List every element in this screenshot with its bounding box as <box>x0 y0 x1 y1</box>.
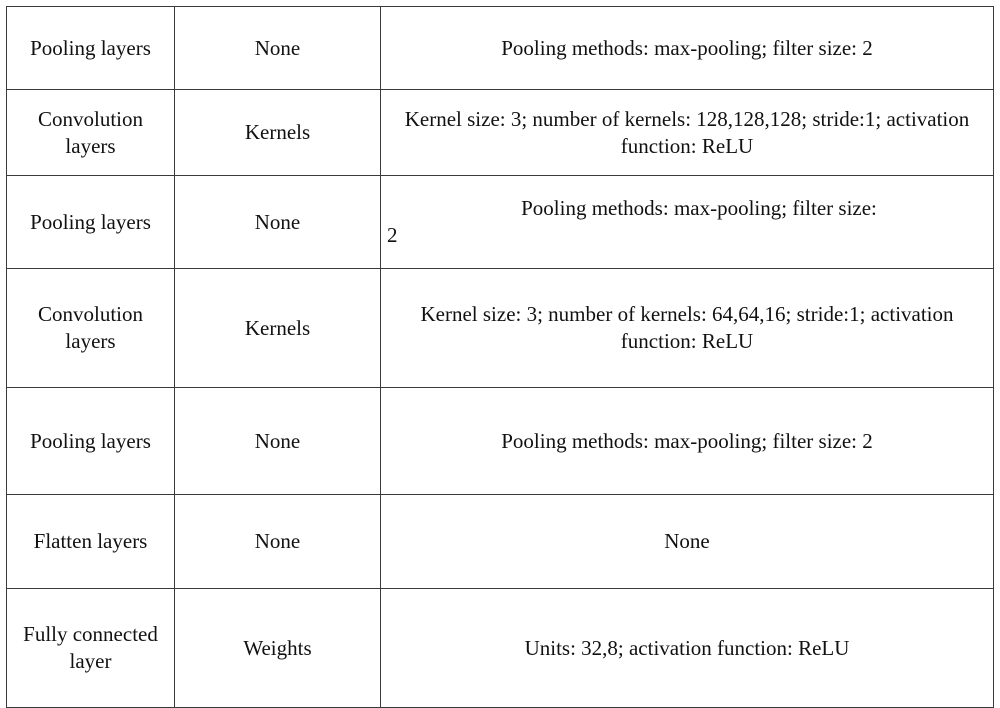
cell-parameter: None <box>174 494 381 589</box>
table-row: Pooling layers None Pooling methods: max… <box>6 6 994 90</box>
detail-text: None <box>664 529 710 554</box>
parameter-text: Kernels <box>244 120 311 145</box>
detail-text: Units: 32,8; activation function: ReLU <box>524 635 850 660</box>
network-architecture-table-container: Pooling layers None Pooling methods: max… <box>6 6 994 708</box>
layer-type-text: Flatten layers <box>33 529 148 554</box>
cell-parameter: None <box>174 387 381 495</box>
cell-parameter: Kernels <box>174 268 381 388</box>
cell-detail: Units: 32,8; activation function: ReLU <box>380 588 994 708</box>
parameter-text: None <box>254 529 301 554</box>
table-row: Flatten layers None None <box>6 494 994 589</box>
cell-layer-type: Fully connected layer <box>6 588 175 708</box>
parameter-text: Weights <box>243 635 312 660</box>
layer-type-text: Convolution layers <box>37 302 143 353</box>
parameter-text: None <box>254 209 301 234</box>
layer-type-text: Pooling layers <box>30 209 151 234</box>
detail-text: Pooling methods: max-pooling; filter siz… <box>501 35 873 60</box>
cell-layer-type: Convolution layers <box>6 89 175 176</box>
cell-parameter: Kernels <box>174 89 381 176</box>
table-body: Pooling layers None Pooling methods: max… <box>6 6 994 708</box>
parameter-text: None <box>254 35 301 60</box>
cell-layer-type: Pooling layers <box>6 175 175 269</box>
cell-layer-type: Pooling layers <box>6 387 175 495</box>
detail-text: Pooling methods: max-pooling; filter siz… <box>501 428 873 453</box>
cell-detail: None <box>380 494 994 589</box>
cell-detail: Kernel size: 3; number of kernels: 64,64… <box>380 268 994 388</box>
parameter-text: None <box>254 428 301 453</box>
table-row: Pooling layers None Pooling methods: max… <box>6 175 994 269</box>
cell-detail: Pooling methods: max-pooling; filter siz… <box>380 387 994 495</box>
cell-layer-type: Flatten layers <box>6 494 175 589</box>
cell-parameter: None <box>174 6 381 90</box>
layer-type-text: Fully connected layer <box>23 622 158 673</box>
detail-text-line-1: Pooling methods: max-pooling; filter siz… <box>521 196 877 221</box>
layer-type-text: Pooling layers <box>30 428 151 453</box>
detail-text: Kernel size: 3; number of kernels: 128,1… <box>404 106 970 158</box>
table-row: Convolution layers Kernels Kernel size: … <box>6 89 994 176</box>
layer-type-text: Convolution layers <box>37 106 143 158</box>
detail-text-line-2: 2 <box>387 223 398 247</box>
cell-detail: Pooling methods: max-pooling; filter siz… <box>380 6 994 90</box>
cell-parameter: None <box>174 175 381 269</box>
table-row: Fully connected layer Weights Units: 32,… <box>6 588 994 708</box>
cell-parameter: Weights <box>174 588 381 708</box>
cell-detail: Kernel size: 3; number of kernels: 128,1… <box>380 89 994 176</box>
cell-detail: Pooling methods: max-pooling; filter siz… <box>380 175 994 269</box>
cell-layer-type: Pooling layers <box>6 6 175 90</box>
layer-type-text: Pooling layers <box>30 35 151 60</box>
table-row: Pooling layers None Pooling methods: max… <box>6 387 994 495</box>
table-row: Convolution layers Kernels Kernel size: … <box>6 268 994 388</box>
detail-text: Kernel size: 3; number of kernels: 64,64… <box>420 302 954 353</box>
cell-layer-type: Convolution layers <box>6 268 175 388</box>
parameter-text: Kernels <box>244 315 311 340</box>
network-architecture-table: Pooling layers None Pooling methods: max… <box>6 6 994 708</box>
